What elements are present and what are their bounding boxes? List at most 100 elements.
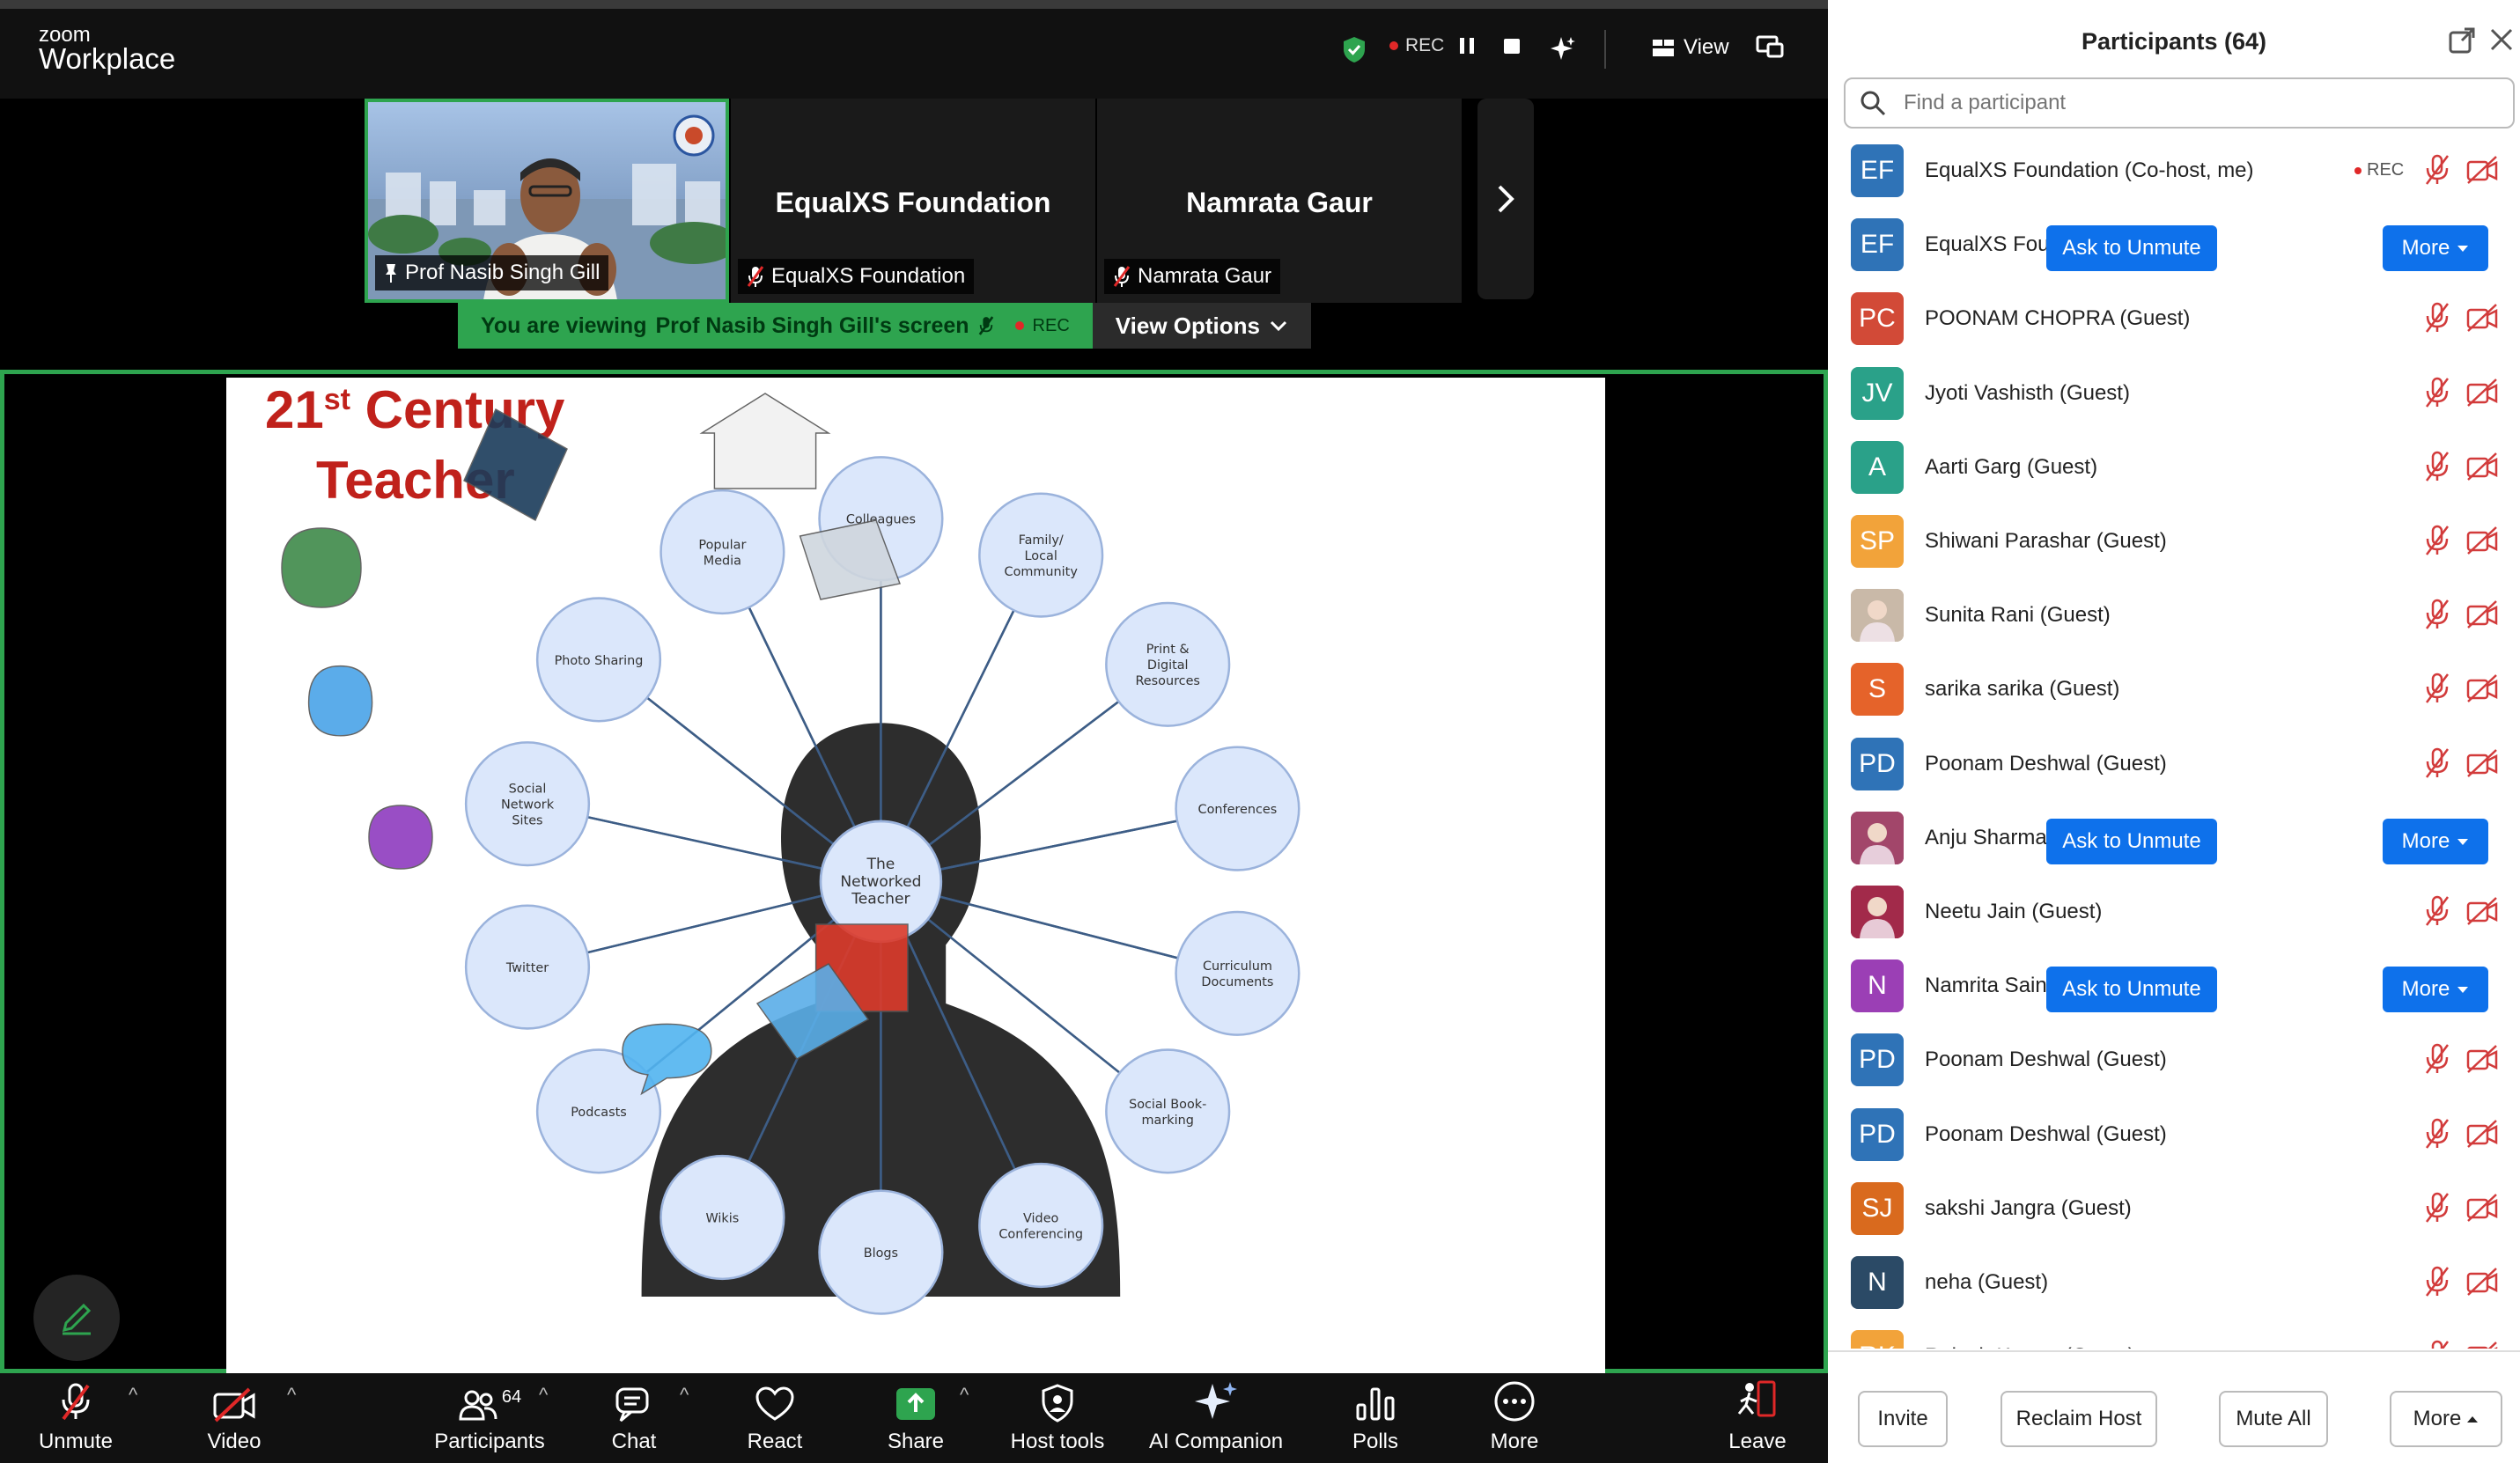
share-button[interactable]: Share	[872, 1373, 960, 1463]
video-off-icon[interactable]	[2465, 526, 2499, 560]
popout-icon[interactable]	[2448, 26, 2476, 59]
chat-options-caret[interactable]: ^	[680, 1384, 689, 1407]
participant-row[interactable]: JV Jyoti Vashisth (Guest)	[1828, 357, 2520, 430]
muted-mic-icon[interactable]	[2423, 376, 2451, 414]
muted-mic-icon[interactable]	[2423, 301, 2451, 339]
avatar-initials: EF	[1860, 230, 1895, 260]
close-icon[interactable]	[2488, 26, 2515, 57]
avatar: EF	[1851, 144, 1904, 197]
chat-button[interactable]: Chat	[590, 1373, 678, 1463]
participant-row[interactable]: EF EqualXS Foundation (Co-host, me) REC	[1828, 134, 2520, 208]
polls-button[interactable]: Polls	[1331, 1373, 1419, 1463]
video-off-icon[interactable]	[2465, 1267, 2499, 1301]
video-off-icon[interactable]	[2465, 452, 2499, 486]
video-off-icon[interactable]	[2465, 1193, 2499, 1227]
participant-row[interactable]: PD Poonam Deshwal (Guest)	[1828, 1098, 2520, 1172]
muted-mic-icon[interactable]	[2423, 672, 2451, 709]
react-button[interactable]: React	[731, 1373, 819, 1463]
video-off-icon[interactable]	[2465, 896, 2499, 930]
recording-indicator[interactable]: REC	[1389, 35, 1444, 56]
participant-row[interactable]: EFEqualXS Foundation (Host)Ask to Unmute…	[1828, 208, 2520, 282]
video-off-icon[interactable]	[2465, 1119, 2499, 1153]
muted-mic-icon[interactable]	[2423, 1265, 2451, 1303]
muted-mic-icon[interactable]	[2423, 1117, 2451, 1155]
footer-more-button[interactable]: More	[2390, 1391, 2502, 1447]
participant-row[interactable]: Anju Sharma (Guest) Ask to Unmute More	[1828, 801, 2520, 875]
video-off-icon[interactable]	[2465, 1341, 2499, 1349]
ask-to-unmute-button[interactable]: Ask to Unmute	[2046, 967, 2217, 1013]
participant-more-label: More	[2401, 236, 2450, 261]
muted-mic-icon[interactable]	[2423, 450, 2451, 488]
audio-options-caret[interactable]: ^	[129, 1384, 137, 1407]
search-input[interactable]	[1904, 91, 2432, 115]
participant-row[interactable]: N Namrita Saini (Guest) Ask to Unmute More	[1828, 949, 2520, 1023]
participant-row[interactable]: PD Poonam Deshwal (Guest)	[1828, 1023, 2520, 1097]
participant-row[interactable]: Nneha (Guest)	[1828, 1246, 2520, 1320]
video-off-icon[interactable]	[2465, 378, 2499, 412]
view-button[interactable]: View	[1652, 35, 1729, 60]
avatar-initials: SP	[1859, 526, 1896, 555]
muted-mic-icon[interactable]	[2423, 746, 2451, 784]
reclaim-host-button[interactable]: Reclaim Host	[2001, 1391, 2157, 1447]
fullscreen-icon[interactable]	[1756, 35, 1784, 58]
participant-more-button[interactable]: More	[2383, 818, 2488, 864]
muted-mic-icon[interactable]	[2423, 153, 2451, 191]
view-options-button[interactable]: View Options	[1092, 303, 1311, 349]
pause-recording-icon[interactable]	[1458, 35, 1476, 56]
next-thumbnails-button[interactable]	[1477, 99, 1534, 299]
host-tools-button[interactable]: Host tools	[1000, 1373, 1115, 1463]
muted-mic-icon[interactable]	[2423, 894, 2451, 932]
participant-row[interactable]: SP Shiwani Parashar (Guest)	[1828, 504, 2520, 578]
participant-row[interactable]: SJ sakshi Jangra (Guest)	[1828, 1172, 2520, 1246]
invite-button[interactable]: Invite	[1858, 1391, 1948, 1447]
video-off-icon[interactable]	[2465, 748, 2499, 783]
participant-row[interactable]: Neetu Jain (Guest)	[1828, 875, 2520, 949]
participant-row[interactable]: Ssarika sarika (Guest)	[1828, 652, 2520, 726]
thumbnail-name: Namrata Gaur	[1138, 264, 1272, 288]
avatar: S	[1851, 663, 1904, 717]
muted-mic-icon[interactable]	[2423, 598, 2451, 636]
security-shield-icon[interactable]	[1342, 35, 1367, 63]
participant-row[interactable]: Sunita Rani (Guest)	[1828, 578, 2520, 652]
participant-row[interactable]: PD Poonam Deshwal (Guest)	[1828, 727, 2520, 801]
participant-row[interactable]: RK Rajesh Kumar (Guest)	[1828, 1320, 2520, 1349]
muted-mic-icon[interactable]	[2423, 1339, 2451, 1349]
unmute-button[interactable]: Unmute	[32, 1373, 120, 1463]
viewing-rec-label: REC	[1032, 315, 1070, 335]
annotate-button[interactable]	[33, 1275, 120, 1361]
participants-button[interactable]: 64 Participants	[428, 1373, 551, 1463]
participant-row[interactable]: PC POONAM CHOPRA (Guest)	[1828, 282, 2520, 356]
participant-more-button[interactable]: More	[2383, 967, 2488, 1013]
video-off-icon[interactable]	[2465, 303, 2499, 337]
video-tile-namrata-gaur[interactable]: Namrata Gaur Namrata Gaur	[1097, 99, 1462, 303]
ask-to-unmute-button[interactable]: Ask to Unmute	[2046, 818, 2217, 864]
ai-companion-label: AI Companion	[1148, 1430, 1284, 1453]
participant-more-button[interactable]: More	[2383, 225, 2488, 272]
video-options-caret[interactable]: ^	[287, 1384, 296, 1407]
video-off-icon[interactable]	[2465, 673, 2499, 708]
video-off-icon[interactable]	[2465, 1044, 2499, 1078]
shared-screen-area[interactable]: 21st Century Teacher The Networked Teacher…	[0, 370, 1828, 1374]
zoom-app: zoom Workplace REC View Prof Nasib Singh…	[0, 0, 2520, 1463]
video-tile-prof-nasib[interactable]: Prof Nasib Singh Gill	[365, 99, 729, 303]
ask-to-unmute-button[interactable]: Ask to Unmute	[2046, 225, 2217, 272]
video-off-icon[interactable]	[2465, 155, 2499, 189]
video-tile-equalxs[interactable]: EqualXS Foundation EqualXS Foundation	[731, 99, 1095, 303]
share-options-caret[interactable]: ^	[960, 1384, 969, 1407]
participant-search[interactable]	[1844, 77, 2515, 129]
ai-companion-button[interactable]: AI Companion	[1141, 1373, 1291, 1463]
participant-row[interactable]: A Aarti Garg (Guest)	[1828, 430, 2520, 504]
diagram-node-label: Social	[509, 783, 547, 797]
ai-sparkle-icon[interactable]	[1550, 35, 1576, 62]
muted-mic-icon[interactable]	[2423, 1191, 2451, 1229]
mute-all-button[interactable]: Mute All	[2219, 1391, 2328, 1447]
more-button[interactable]: More	[1470, 1373, 1558, 1463]
muted-mic-icon[interactable]	[2423, 1042, 2451, 1080]
muted-mic-icon[interactable]	[2423, 524, 2451, 562]
participants-options-caret[interactable]: ^	[539, 1384, 548, 1407]
video-button[interactable]: Video	[190, 1373, 278, 1463]
more-label: More	[1490, 1430, 1539, 1453]
stop-recording-icon[interactable]	[1502, 35, 1522, 56]
leave-button[interactable]: Leave	[1713, 1373, 1802, 1463]
video-off-icon[interactable]	[2465, 599, 2499, 634]
